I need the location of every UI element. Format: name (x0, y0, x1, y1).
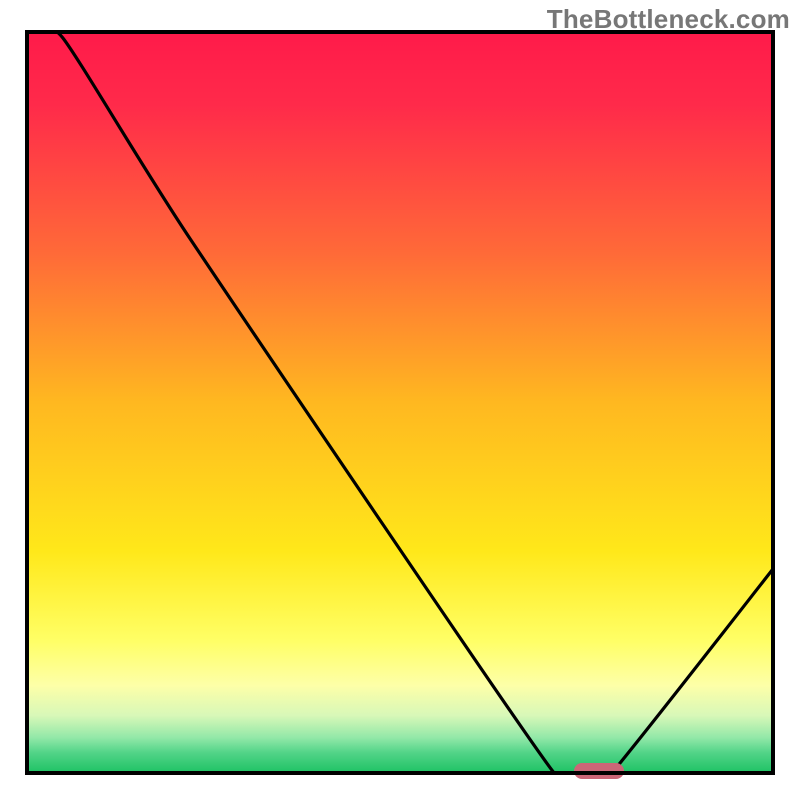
bottleneck-curve (25, 30, 775, 775)
optimal-marker (574, 763, 624, 779)
plot-area (25, 30, 775, 775)
watermark-text: TheBottleneck.com (547, 4, 790, 35)
chart-container: TheBottleneck.com (0, 0, 800, 800)
